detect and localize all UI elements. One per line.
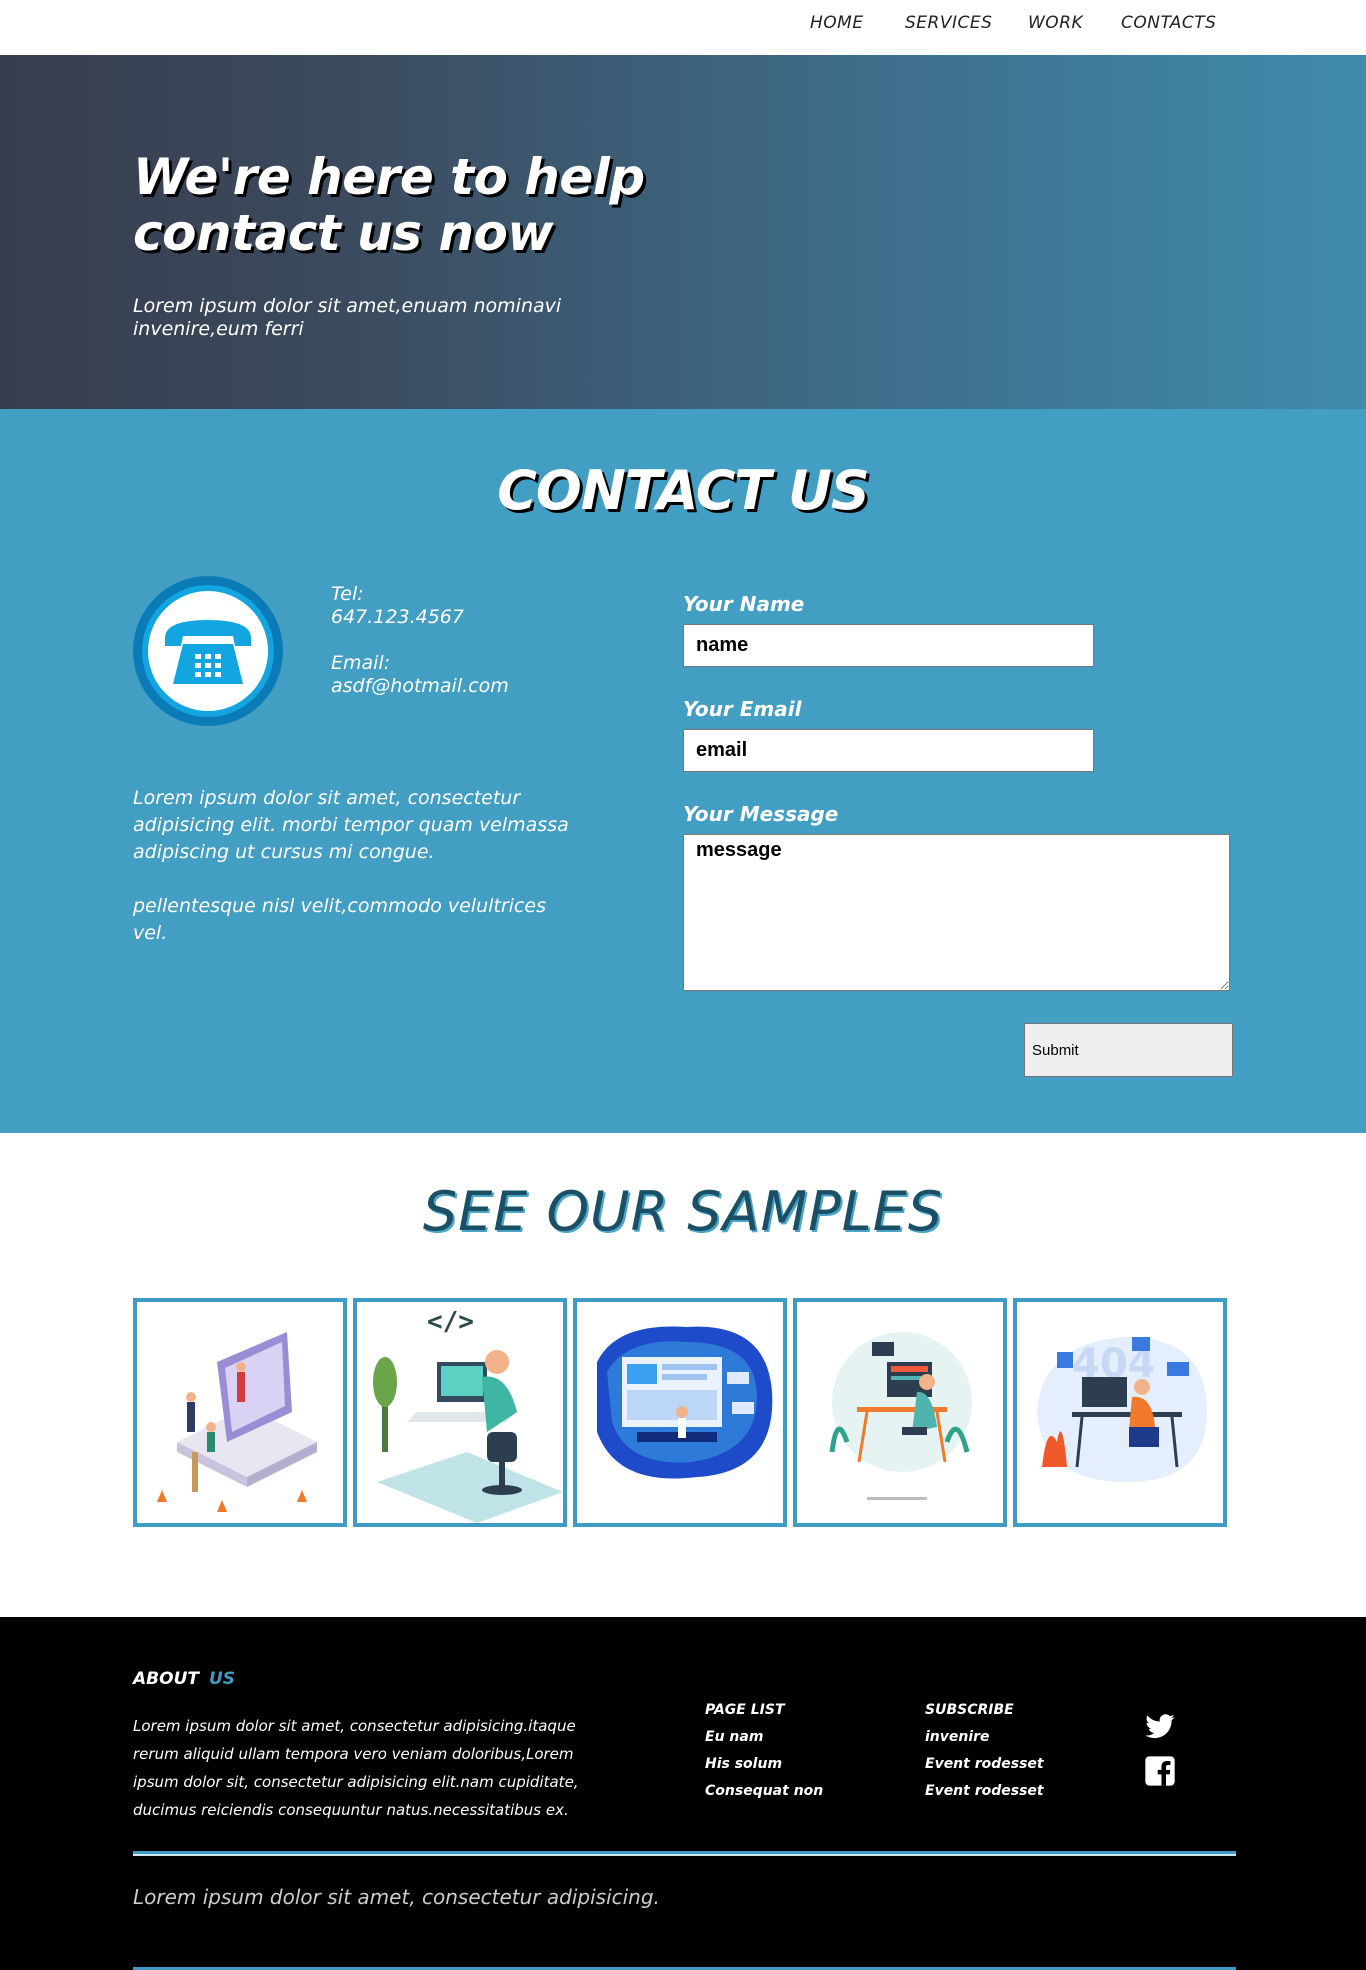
subscribe-link[interactable]: Event rodesset	[925, 1756, 1044, 1772]
twitter-icon[interactable]	[1144, 1711, 1176, 1743]
error-404-illustration: 404	[1037, 1337, 1207, 1482]
subscribe-link[interactable]: Event rodesset	[925, 1783, 1044, 1799]
name-label: Your Name	[683, 592, 805, 616]
footer-divider	[133, 1851, 1236, 1856]
hero-title-line1: We're here to help	[133, 148, 645, 206]
top-nav: HOME SERVICES WORK CONTACTS	[0, 0, 1366, 55]
page-list-title: PAGE LIST	[705, 1702, 785, 1718]
about-text: Lorem ipsum dolor sit amet, consectetur …	[133, 1717, 579, 1819]
name-field[interactable]	[683, 624, 1094, 667]
sample-image-4[interactable]	[793, 1298, 1007, 1527]
contact-paragraph: Lorem ipsum dolor sit amet, consectetur …	[133, 787, 569, 863]
team-building-illustration	[157, 1332, 317, 1512]
subscribe-link[interactable]: invenire	[925, 1729, 990, 1745]
about-title: ABOUT US	[133, 1669, 235, 1689]
nav-services-link[interactable]: SERVICES	[905, 13, 992, 33]
email-label: Email:	[331, 652, 391, 674]
hero-banner: We're here to help contact us now Lorem …	[0, 55, 1366, 409]
nav-home-link[interactable]: HOME	[810, 13, 864, 33]
coding-desk-illustration	[829, 1332, 972, 1500]
about-title-accent: US	[208, 1669, 236, 1689]
samples-heading: SEE OUR SAMPLES	[422, 1180, 944, 1243]
sample-image-5[interactable]: 404	[1013, 1298, 1227, 1527]
hero-title: We're here to help contact us now	[133, 149, 693, 261]
message-field[interactable]: message	[683, 834, 1230, 991]
submit-button[interactable]: Submit	[1024, 1023, 1233, 1077]
contact-info: Tel: 647.123.4567 Email: asdf@hotmail.co…	[331, 583, 509, 698]
contact-paragraph: pellentesque nisl velit,commodo velultri…	[133, 895, 546, 944]
tel-value: 647.123.4567	[331, 606, 464, 628]
email-value: asdf@hotmail.com	[331, 675, 509, 697]
hero-title-line2: contact us now	[133, 204, 554, 262]
email-label-form: Your Email	[683, 697, 802, 721]
sample-image-3[interactable]	[573, 1298, 787, 1527]
nav-work-link[interactable]: WORK	[1028, 13, 1083, 33]
about-title-text: ABOUT	[133, 1669, 199, 1689]
web-design-illustration	[597, 1326, 773, 1479]
message-label: Your Message	[683, 802, 839, 826]
nav-contacts-link[interactable]: CONTACTS	[1121, 13, 1216, 33]
contact-section: CONTACT US Tel: 647.123.4567 Email: asdf…	[0, 409, 1366, 1133]
page-list-link[interactable]: Consequat non	[705, 1783, 823, 1799]
contact-heading: CONTACT US	[497, 459, 870, 522]
footer: ABOUT US Lorem ipsum dolor sit amet, cons…	[0, 1617, 1366, 1970]
sample-image-1[interactable]	[133, 1298, 347, 1527]
subscribe-title: SUBSCRIBE	[925, 1702, 1014, 1718]
contact-description: Lorem ipsum dolor sit amet, consectetur …	[133, 785, 573, 947]
hero-subtitle: Lorem ipsum dolor sit amet,enuam nominav…	[133, 295, 562, 340]
facebook-icon[interactable]	[1144, 1755, 1176, 1787]
phone-icon	[133, 576, 283, 726]
sample-image-2[interactable]: </>	[353, 1298, 567, 1527]
page-list-link[interactable]: Eu nam	[705, 1729, 763, 1745]
footer-bottom-text: Lorem ipsum dolor sit amet, consectetur …	[133, 1885, 660, 1909]
tel-label: Tel:	[331, 583, 364, 605]
developer-desk-illustration: </>	[373, 1307, 563, 1523]
email-field[interactable]	[683, 729, 1094, 772]
svg-text:</>: </>	[427, 1307, 474, 1337]
page-list-link[interactable]: His solum	[705, 1756, 782, 1772]
